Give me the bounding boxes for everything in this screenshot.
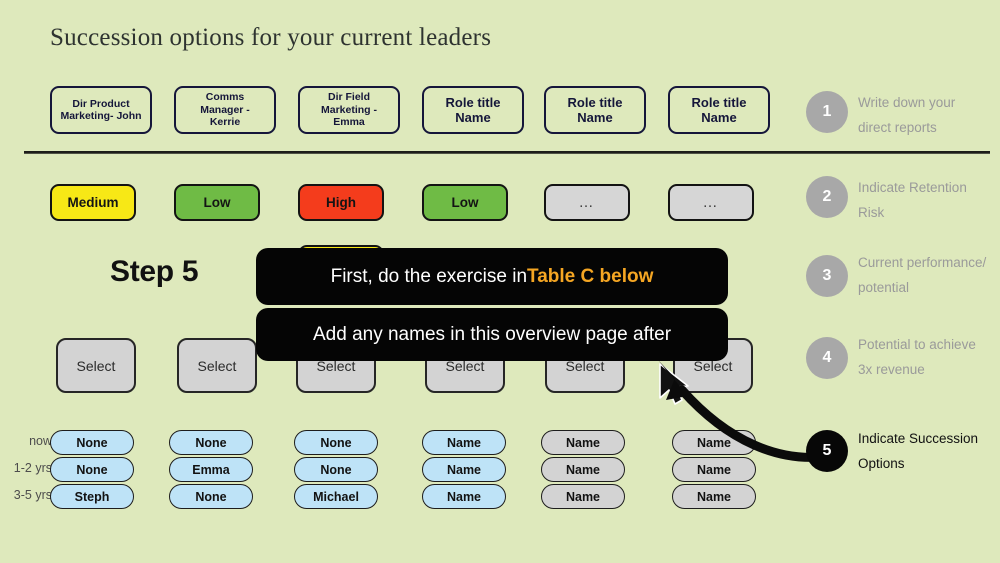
- mouse-cursor-icon: [659, 363, 689, 405]
- succession-pill-c5-now[interactable]: Name: [541, 430, 625, 455]
- risk-box-1[interactable]: Medium: [50, 184, 136, 221]
- legend-text-2-line1: Indicate Retention: [858, 180, 967, 195]
- page-title: Succession options for your current lead…: [50, 24, 492, 51]
- legend-text-5-line2: Options: [858, 456, 905, 471]
- succession-pill-c4-1-2[interactable]: Name: [422, 457, 506, 482]
- legend-text-2: Indicate Retention Risk: [858, 175, 1000, 225]
- succession-pill-c1-now[interactable]: None: [50, 430, 134, 455]
- slide-canvas: Succession options for your current lead…: [0, 0, 1000, 563]
- succession-pill-c5-1-2[interactable]: Name: [541, 457, 625, 482]
- callout-2-plain: Add any names in this overview page afte…: [312, 323, 672, 345]
- section-divider: [24, 151, 990, 154]
- legend-text-4-line1: Potential to achieve: [858, 337, 976, 352]
- succession-pill-c4-3-5[interactable]: Name: [422, 484, 506, 509]
- legend-number-4: 4: [806, 337, 848, 379]
- callout-table-c: First, do the exercise in Table C below: [256, 248, 728, 305]
- succession-pill-c3-1-2[interactable]: None: [294, 457, 378, 482]
- role-box-3[interactable]: Dir Field Marketing - Emma: [298, 86, 400, 134]
- callout-1-accent: Table C below: [527, 265, 654, 287]
- succession-pill-c6-now[interactable]: Name: [672, 430, 756, 455]
- legend-number-5: 5: [806, 430, 848, 472]
- legend-number-3: 3: [806, 255, 848, 297]
- succession-pill-c6-3-5[interactable]: Name: [672, 484, 756, 509]
- callout-add-names: Add any names in this overview page afte…: [256, 308, 728, 361]
- legend-text-2-line2: Risk: [858, 205, 885, 220]
- succession-pill-c3-3-5[interactable]: Michael: [294, 484, 378, 509]
- succession-pill-c6-1-2[interactable]: Name: [672, 457, 756, 482]
- step-label: Step 5: [110, 255, 199, 288]
- succession-pill-c1-1-2[interactable]: None: [50, 457, 134, 482]
- legend-text-1: Write down your direct reports: [858, 90, 1000, 140]
- row-label-3-5yrs: 3-5 yrs: [13, 488, 52, 502]
- succession-pill-c2-3-5[interactable]: None: [169, 484, 253, 509]
- risk-box-6[interactable]: …: [668, 184, 754, 221]
- row-label-1-2yrs: 1-2 yrs: [13, 461, 52, 475]
- legend-number-2: 2: [806, 176, 848, 218]
- risk-box-5[interactable]: …: [544, 184, 630, 221]
- succession-pill-c1-3-5[interactable]: Steph: [50, 484, 134, 509]
- succession-pill-c2-now[interactable]: None: [169, 430, 253, 455]
- role-box-3-text: Dir Field Marketing - Emma: [320, 91, 377, 129]
- legend-text-3-line2: potential: [858, 280, 910, 295]
- role-box-1-text: Dir Product Marketing- John: [60, 97, 142, 122]
- role-box-1[interactable]: Dir Product Marketing- John: [50, 86, 152, 134]
- legend-text-4-line2: 3x revenue: [858, 362, 925, 377]
- succession-pill-c4-now[interactable]: Name: [422, 430, 506, 455]
- role-box-6[interactable]: Role title Name: [668, 86, 770, 134]
- role-box-4[interactable]: Role title Name: [422, 86, 524, 134]
- legend-text-5: Indicate Succession Options: [858, 426, 1000, 476]
- role-box-5[interactable]: Role title Name: [544, 86, 646, 134]
- legend-number-1: 1: [806, 91, 848, 133]
- role-box-2[interactable]: Comms Manager - Kerrie: [174, 86, 276, 134]
- legend-text-3: Current performance/ potential: [858, 250, 1000, 300]
- legend-text-1-line2: direct reports: [858, 120, 937, 135]
- risk-box-4[interactable]: Low: [422, 184, 508, 221]
- role-box-5-text: Role title Name: [567, 94, 623, 125]
- select-box-2[interactable]: Select: [177, 338, 257, 393]
- legend-text-4: Potential to achieve 3x revenue: [858, 332, 1000, 382]
- succession-pill-c5-3-5[interactable]: Name: [541, 484, 625, 509]
- succession-pill-c2-1-2[interactable]: Emma: [169, 457, 253, 482]
- row-label-now: now: [29, 434, 52, 448]
- risk-box-3[interactable]: High: [298, 184, 384, 221]
- legend-text-1-line1: Write down your: [858, 95, 956, 110]
- role-box-6-text: Role title Name: [691, 94, 747, 125]
- callout-1-plain: First, do the exercise in: [330, 265, 528, 287]
- risk-box-2[interactable]: Low: [174, 184, 260, 221]
- legend-text-5-line1: Indicate Succession: [858, 431, 979, 446]
- select-box-1[interactable]: Select: [56, 338, 136, 393]
- succession-pill-c3-now[interactable]: None: [294, 430, 378, 455]
- role-box-2-text: Comms Manager - Kerrie: [200, 91, 250, 129]
- legend-text-3-line1: Current performance/: [858, 255, 987, 270]
- role-box-4-text: Role title Name: [445, 94, 501, 125]
